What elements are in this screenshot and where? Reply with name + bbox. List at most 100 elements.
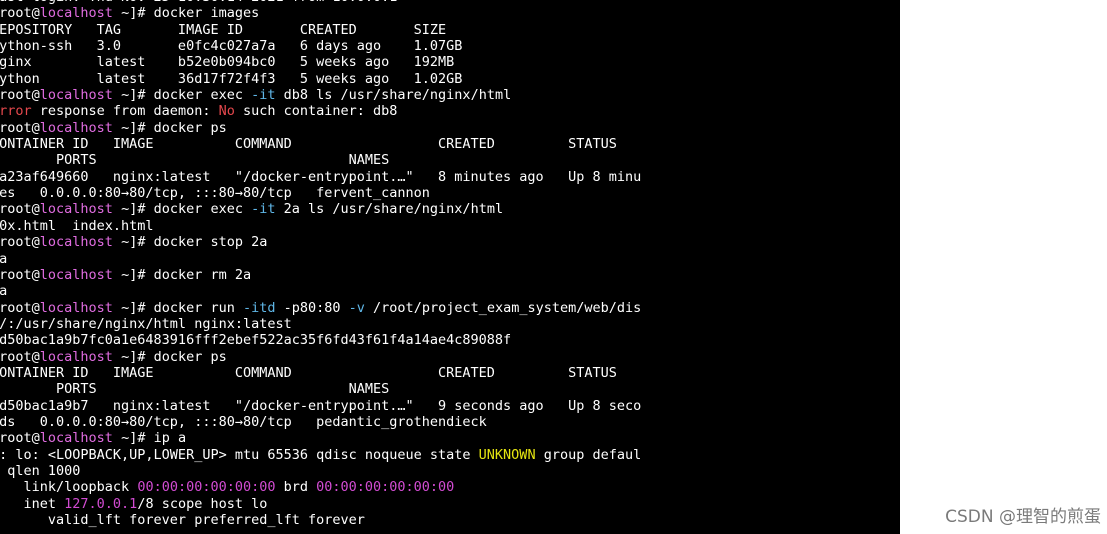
terminal-text: t qlen 1000 (7, 462, 81, 479)
terminal-text: 127.0.0.1 (64, 495, 138, 512)
terminal-line: t/:/usr/share/nginx/html nginx:latest (0, 316, 641, 332)
terminal-text: inet (23, 495, 57, 512)
terminal-line: [root@localhost ~]# docker ps (0, 120, 641, 136)
terminal-text: ~]# ip a (112, 430, 187, 447)
terminal-text: -it (251, 87, 276, 104)
terminal-line: [root@localhost ~]# docker ps (0, 349, 641, 365)
terminal-text: ~]# docker stop 2a (112, 234, 268, 251)
terminal-line: 50x.html index.html (0, 218, 641, 234)
terminal-text: PORTS NAMES (0, 381, 390, 398)
hostname-text: localhost (39, 234, 113, 251)
terminal-text: 2a (0, 283, 8, 300)
terminal-text: Last login: Thu Nov 25 10:30:14 2021 fro… (0, 0, 397, 5)
terminal-text: CONTAINER ID IMAGE COMMAND CREATED STATU… (0, 364, 617, 381)
terminal-line: fd50bac1a9b7fc0a1e6483916fff2ebef522ac35… (0, 332, 641, 348)
terminal-line: tes 0.0.0.0:80→80/tcp, :::80→80/tcp ferv… (0, 185, 641, 201)
terminal-line: [root@localhost ~]# docker run -itd -p80… (0, 300, 641, 316)
terminal-text: [root@ (0, 299, 40, 316)
terminal-text: valid_lft forever preferred_lft forever (0, 512, 365, 528)
terminal-text: Error (0, 103, 32, 120)
hostname-text: localhost (39, 299, 113, 316)
terminal-text: such container: db8 (234, 103, 398, 120)
terminal-line: inet 127.0.0.1/8 scope host lo (0, 496, 641, 512)
terminal-text: 2a ls /usr/share/nginx/html (275, 201, 504, 218)
terminal-line: t qlen 1000 (0, 463, 641, 479)
terminal-line: CONTAINER ID IMAGE COMMAND CREATED STATU… (0, 365, 641, 381)
terminal-text: 00:00:00:00:00:00 (316, 479, 455, 496)
terminal-text: ~]# docker rm 2a (112, 266, 252, 283)
terminal-text: [root@ (0, 5, 40, 22)
terminal-text: 1: lo: <LOOPBACK,UP,LOWER_UP> mtu 65536 … (0, 446, 479, 463)
terminal-line: Error response from daemon: No such cont… (0, 103, 641, 119)
terminal-line: python-ssh 3.0 e0fc4c027a7a 6 days ago 1… (0, 38, 641, 54)
terminal-text: [root@ (0, 348, 40, 365)
terminal-text: group defaul (535, 446, 642, 463)
hostname-text: localhost (39, 87, 113, 104)
terminal-text: brd (275, 479, 317, 496)
terminal-text: [root@ (0, 87, 40, 104)
terminal-line: [root@localhost ~]# docker stop 2a (0, 234, 641, 250)
terminal-text: No (218, 103, 235, 120)
terminal-text: ~]# docker images (112, 5, 260, 22)
terminal-line: [root@localhost ~]# ip a (0, 430, 641, 446)
terminal-text: ~]# docker exec (112, 87, 252, 104)
hostname-text: localhost (39, 348, 113, 365)
terminal-line: [root@localhost ~]# docker exec -it 2a l… (0, 201, 641, 217)
terminal-text: link/loopback (0, 479, 138, 496)
terminal-text: ~]# docker ps (112, 119, 227, 136)
terminal-text: python-ssh 3.0 e0fc4c027a7a 6 days ago 1… (0, 38, 463, 55)
terminal-text: tes 0.0.0.0:80→80/tcp, :::80→80/tcp ferv… (0, 185, 430, 202)
terminal-line: nginx latest b52e0b094bc0 5 weeks ago 19… (0, 54, 641, 70)
hostname-text: localhost (39, 5, 113, 22)
terminal-text: 2a23af649660 nginx:latest "/docker-entry… (0, 168, 642, 185)
hostname-text: localhost (39, 201, 113, 218)
terminal-line: [root@localhost ~]# docker exec -it db8 … (0, 87, 641, 103)
terminal-text: 2a (0, 250, 8, 267)
hostname-text: localhost (39, 430, 113, 447)
terminal-text: 50x.html index.html (0, 217, 154, 234)
terminal-text: response from daemon: (31, 103, 219, 120)
terminal-line: 2a (0, 283, 641, 299)
terminal-line: REPOSITORY TAG IMAGE ID CREATED SIZE (0, 22, 641, 38)
terminal-text: -itd (242, 299, 276, 316)
terminal-line: PORTS NAMES (0, 381, 641, 397)
terminal-window[interactable]: Last login: Thu Nov 25 10:30:14 2021 fro… (0, 0, 900, 534)
terminal-line: python latest 36d17f72f4f3 5 weeks ago 1… (0, 71, 641, 87)
terminal-text: nds 0.0.0.0:80→80/tcp, :::80→80/tcp peda… (0, 413, 487, 430)
terminal-text: REPOSITORY TAG IMAGE ID CREATED SIZE (0, 21, 447, 38)
terminal-text: [root@ (0, 119, 40, 136)
terminal-line: 2a (0, 251, 641, 267)
terminal-line: link/loopback 00:00:00:00:00:00 brd 00:0… (0, 479, 641, 495)
terminal-line: fd50bac1a9b7 nginx:latest "/docker-entry… (0, 398, 641, 414)
terminal-text: /8 scope host lo (137, 495, 268, 512)
terminal-text: /root/project_exam_system/web/dis (364, 299, 642, 316)
terminal-text: PORTS NAMES (0, 152, 390, 169)
terminal-text: ~]# docker run (112, 299, 243, 316)
terminal-text: python latest 36d17f72f4f3 5 weeks ago 1… (0, 70, 463, 87)
terminal-text: 00:00:00:00:00:00 (137, 479, 276, 496)
terminal-text: UNKNOWN (478, 446, 536, 463)
terminal-text: db8 ls /usr/share/nginx/html (275, 87, 512, 104)
terminal-text: ~]# docker ps (112, 348, 227, 365)
terminal-line: CONTAINER ID IMAGE COMMAND CREATED STATU… (0, 136, 641, 152)
terminal-text: t/:/usr/share/nginx/html nginx:latest (0, 315, 292, 332)
terminal-line: 1: lo: <LOOPBACK,UP,LOWER_UP> mtu 65536 … (0, 447, 641, 463)
terminal-text: [root@ (0, 201, 40, 218)
terminal-line: PORTS NAMES (0, 152, 641, 168)
terminal-text: [root@ (0, 234, 40, 251)
terminal-text: ~]# docker exec (112, 201, 252, 218)
terminal-text: nginx latest b52e0b094bc0 5 weeks ago 19… (0, 54, 455, 71)
terminal-line: [root@localhost ~]# docker rm 2a (0, 267, 641, 283)
terminal-text: [root@ (0, 430, 40, 447)
terminal-text: [root@ (0, 266, 40, 283)
terminal-line: nds 0.0.0.0:80→80/tcp, :::80→80/tcp peda… (0, 414, 641, 430)
terminal-text: fd50bac1a9b7 nginx:latest "/docker-entry… (0, 397, 642, 414)
terminal-text: fd50bac1a9b7fc0a1e6483916fff2ebef522ac35… (0, 332, 512, 349)
terminal-text: -it (251, 201, 276, 218)
terminal-line: 2a23af649660 nginx:latest "/docker-entry… (0, 169, 641, 185)
hostname-text: localhost (39, 266, 113, 283)
terminal-output: Last login: Thu Nov 25 10:30:14 2021 fro… (0, 0, 641, 528)
csdn-watermark: CSDN @理智的煎蛋 (945, 507, 1101, 527)
terminal-text: CONTAINER ID IMAGE COMMAND CREATED STATU… (0, 136, 617, 153)
hostname-text: localhost (39, 119, 113, 136)
